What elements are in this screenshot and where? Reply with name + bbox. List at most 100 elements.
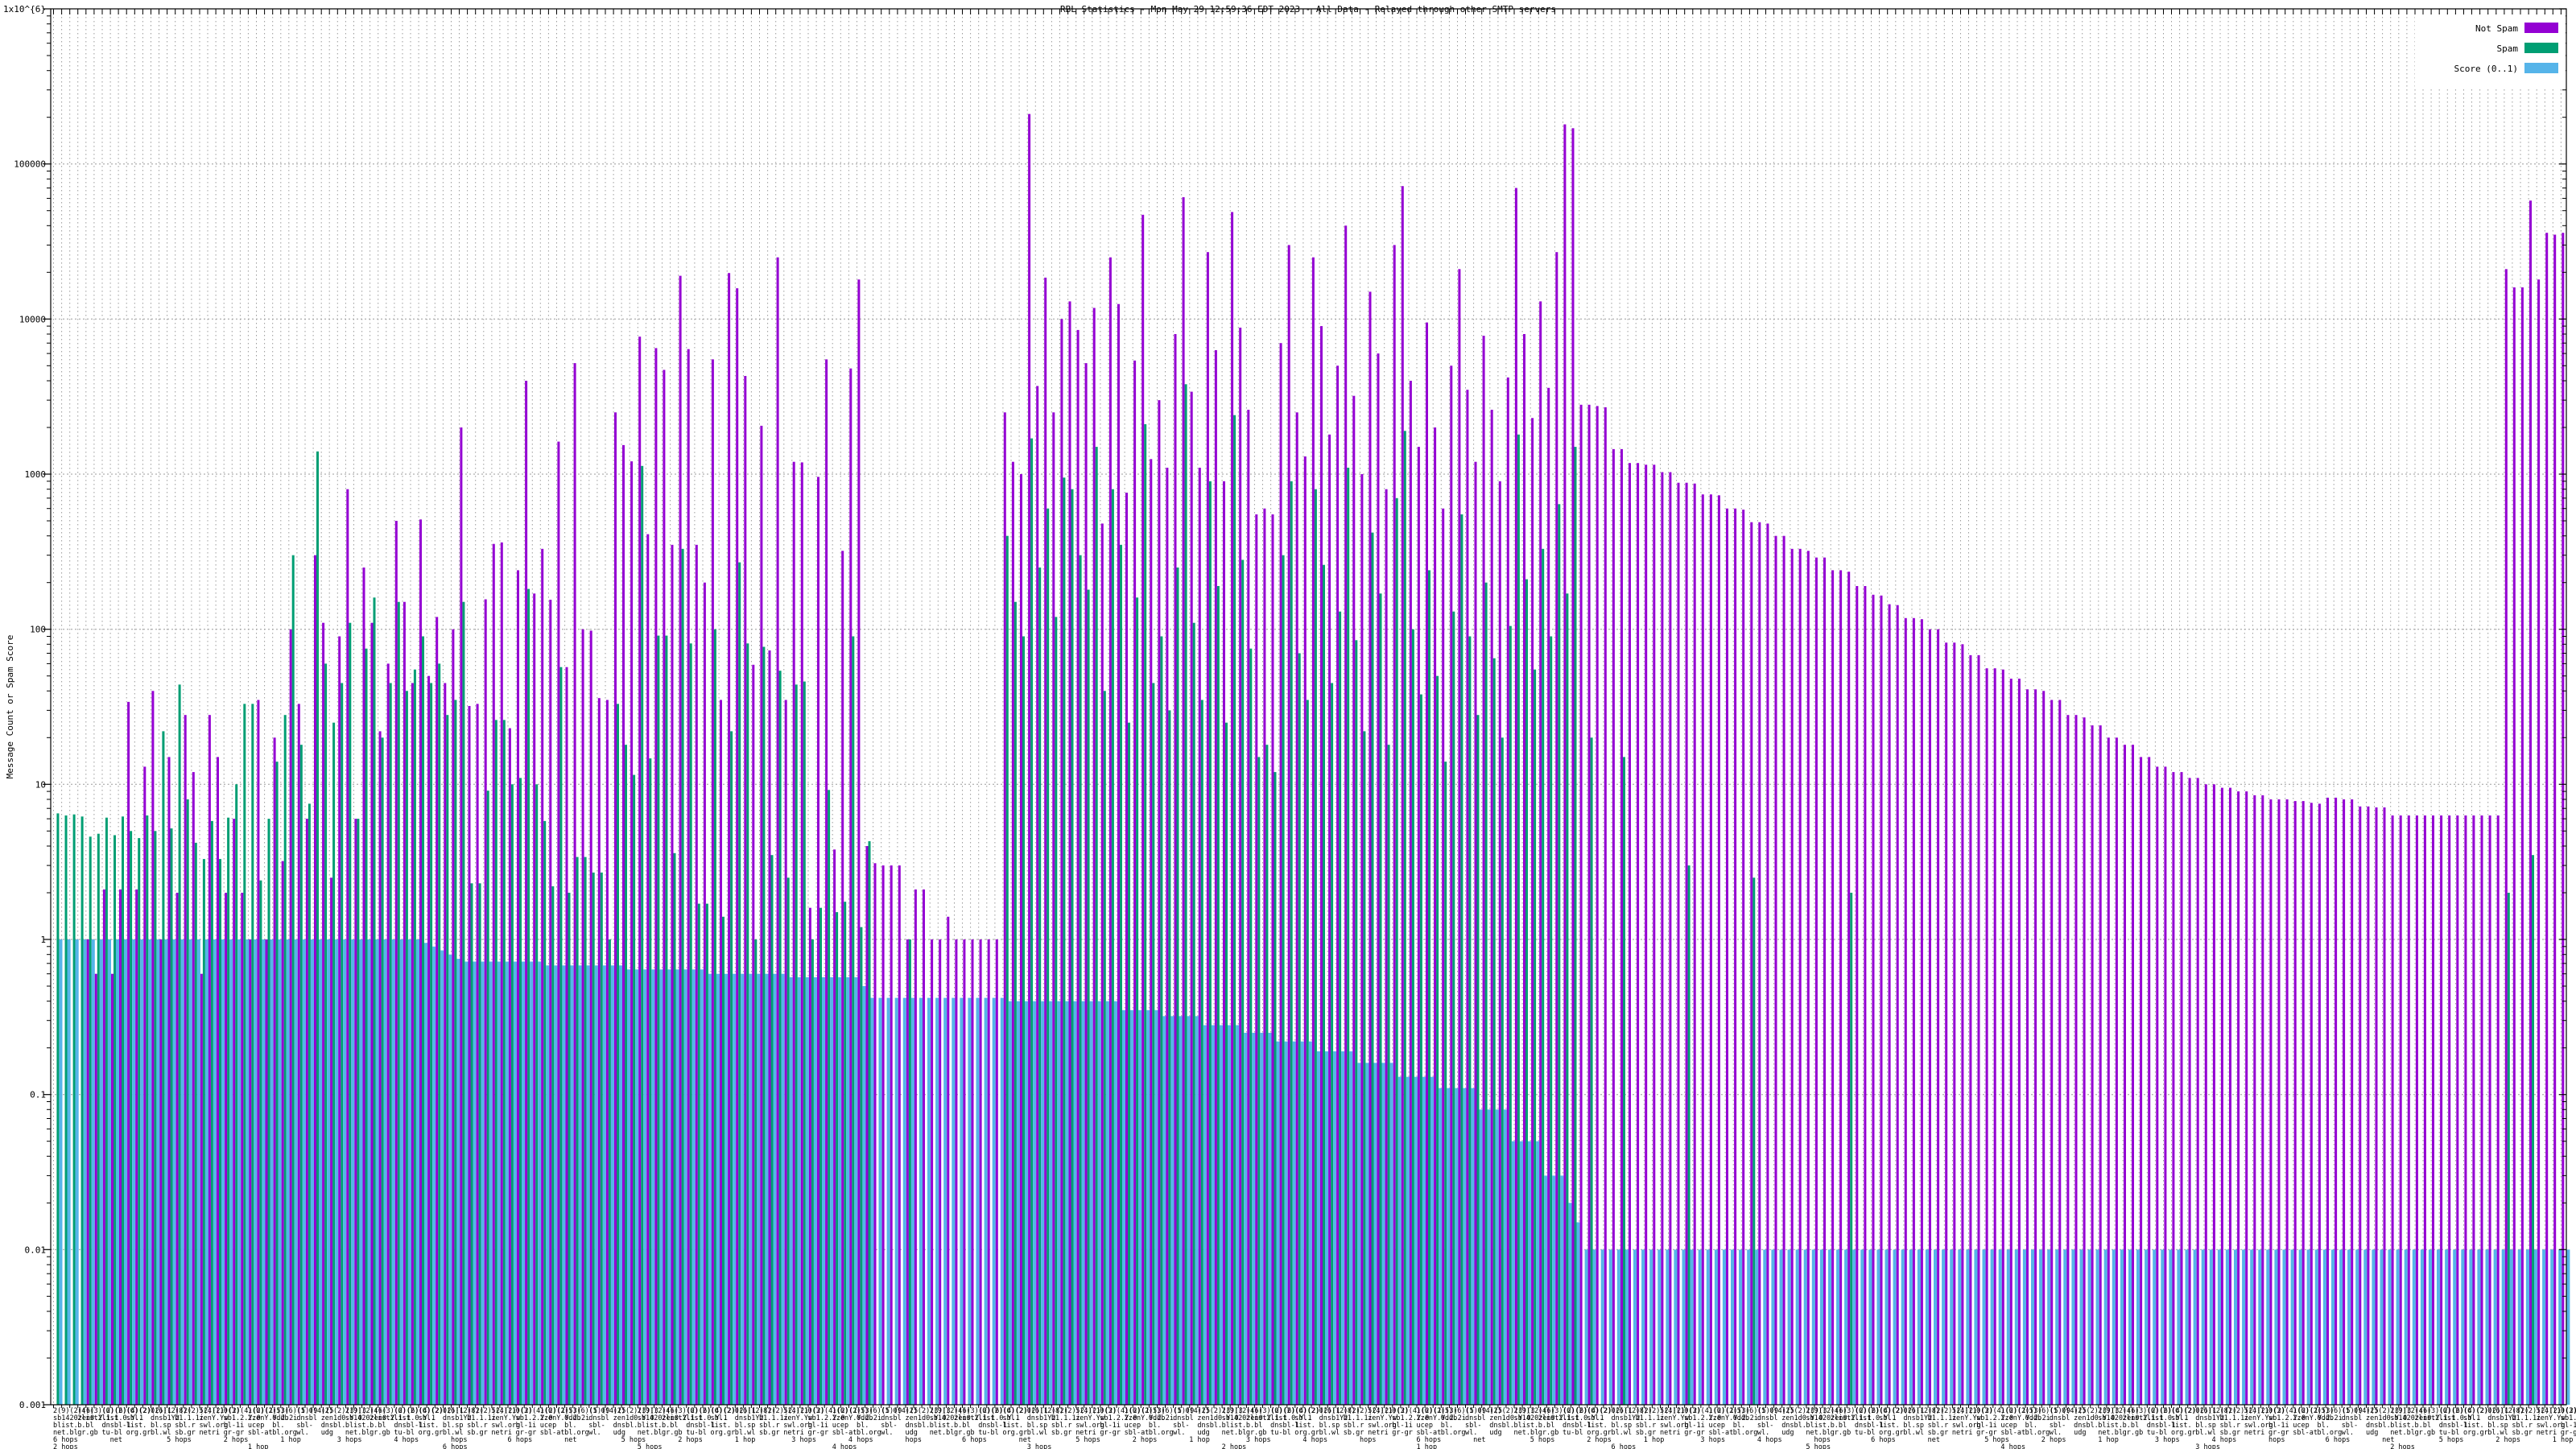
bar-not-spam xyxy=(2480,815,2483,1405)
bar-not-spam xyxy=(589,630,592,1405)
bar-score xyxy=(1706,1249,1710,1405)
bar-score xyxy=(1819,1249,1823,1405)
bar-not-spam xyxy=(1774,535,1777,1406)
bar-score xyxy=(1057,1001,1061,1405)
bar-spam xyxy=(1355,640,1358,1405)
bar-not-spam xyxy=(833,849,836,1405)
bar-not-spam xyxy=(1271,514,1274,1405)
bar-score xyxy=(383,939,387,1405)
bar-score xyxy=(1105,1001,1109,1405)
bar-score xyxy=(1860,1249,1864,1405)
bar-spam xyxy=(576,857,579,1405)
bar-not-spam xyxy=(444,683,447,1405)
bar-not-spam xyxy=(1612,448,1615,1405)
bar-score xyxy=(351,939,355,1405)
bar-score xyxy=(1771,1249,1775,1405)
bar-score xyxy=(749,973,753,1405)
bar-spam xyxy=(811,939,814,1405)
bar-not-spam xyxy=(192,772,195,1405)
bar-score xyxy=(919,997,923,1405)
bar-spam xyxy=(1476,715,1480,1405)
bar-spam xyxy=(1558,504,1561,1405)
bar-not-spam xyxy=(500,542,503,1405)
bar-not-spam xyxy=(2091,725,2094,1405)
bar-spam xyxy=(510,784,514,1405)
bar-not-spam xyxy=(663,369,666,1405)
bar-spam xyxy=(519,778,522,1405)
bar-score xyxy=(1649,1249,1653,1405)
bar-spam xyxy=(1233,415,1236,1406)
bar-score xyxy=(952,997,956,1405)
x-tick-label: 2 hops xyxy=(224,1436,249,1444)
bar-score xyxy=(878,997,882,1405)
bar-score xyxy=(2112,1249,2116,1405)
bar-score xyxy=(2006,1249,2010,1405)
bar-spam xyxy=(633,774,636,1405)
bar-not-spam xyxy=(1693,483,1696,1406)
bar-spam xyxy=(2507,893,2510,1405)
bar-spam xyxy=(705,903,708,1405)
y-tick-label: 1 xyxy=(40,935,46,945)
x-tick-label: 2 hops xyxy=(2041,1436,2066,1444)
bar-not-spam xyxy=(720,700,722,1405)
bar-spam xyxy=(608,939,611,1405)
x-tick-label: net.bl xyxy=(930,1429,955,1437)
bar-score xyxy=(1365,1063,1369,1405)
bar-not-spam xyxy=(2310,803,2313,1405)
bar-spam xyxy=(1225,722,1228,1405)
bar-spam xyxy=(1290,481,1293,1405)
bar-not-spam xyxy=(1490,410,1493,1405)
bar-spam xyxy=(1111,489,1114,1406)
bar-not-spam xyxy=(1977,654,1980,1405)
bar-score xyxy=(473,961,477,1405)
bar-not-spam xyxy=(1426,322,1428,1406)
bar-spam xyxy=(1022,636,1025,1405)
bar-spam xyxy=(1542,548,1545,1405)
bar-score xyxy=(2331,1249,2335,1405)
bar-score xyxy=(2290,1249,2294,1405)
bar-spam xyxy=(1534,669,1537,1405)
bar-not-spam xyxy=(265,939,268,1405)
bar-not-spam xyxy=(654,348,658,1405)
bar-score xyxy=(2136,1249,2140,1405)
bar-not-spam xyxy=(1303,456,1307,1405)
bar-score xyxy=(1544,1175,1548,1405)
bar-score xyxy=(1934,1249,1938,1405)
bar-score xyxy=(1576,1222,1580,1405)
bar-spam xyxy=(389,683,392,1405)
bar-score xyxy=(1000,997,1004,1405)
bar-spam xyxy=(860,927,863,1405)
bar-not-spam xyxy=(1937,629,1940,1405)
bar-not-spam xyxy=(2464,815,2467,1405)
bar-score xyxy=(1616,1249,1620,1405)
bar-not-spam xyxy=(119,889,122,1405)
bar-not-spam xyxy=(1417,447,1420,1405)
bar-not-spam xyxy=(971,939,974,1405)
bar-not-spam xyxy=(2261,795,2264,1405)
x-tick-label: 4 hops xyxy=(1757,1436,1782,1444)
x-tick-label: sbl-at xyxy=(248,1429,273,1437)
bar-score xyxy=(1260,1033,1264,1405)
bar-score xyxy=(683,969,687,1405)
bar-not-spam xyxy=(1742,510,1745,1405)
bar-score xyxy=(2145,1249,2149,1405)
bar-spam xyxy=(114,835,116,1405)
bar-spam xyxy=(1379,593,1382,1405)
bar-spam xyxy=(1419,694,1422,1405)
bar-not-spam xyxy=(1847,572,1851,1406)
bar-not-spam xyxy=(2285,799,2289,1405)
bar-not-spam xyxy=(1653,464,1656,1405)
bar-not-spam xyxy=(1506,377,1509,1405)
bar-not-spam xyxy=(241,893,244,1405)
bar-not-spam xyxy=(1872,594,1875,1405)
bar-score xyxy=(278,939,282,1405)
bar-score xyxy=(432,946,436,1405)
bar-score xyxy=(1747,1249,1751,1405)
x-tick-label: gr.gb xyxy=(2123,1429,2144,1437)
bar-score xyxy=(1397,1076,1402,1405)
bar-score xyxy=(456,959,460,1405)
bar-not-spam xyxy=(1377,353,1380,1406)
bar-not-spam xyxy=(1409,381,1412,1405)
bar-score xyxy=(830,977,834,1405)
bar-spam xyxy=(291,555,295,1406)
